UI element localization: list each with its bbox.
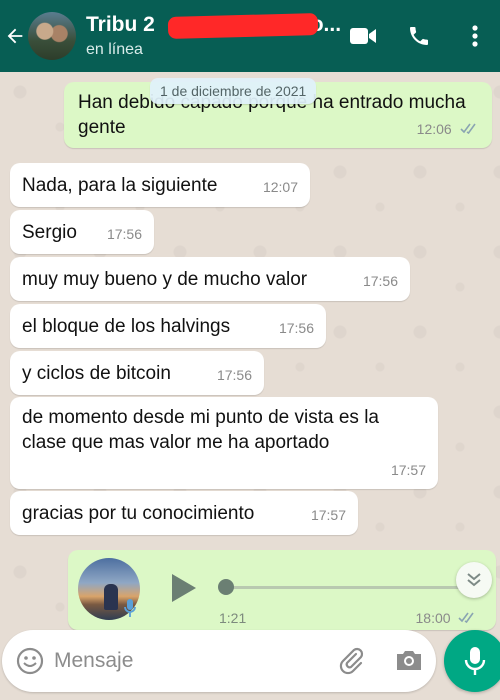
mic-button[interactable] [444, 630, 500, 692]
video-call-icon[interactable] [348, 21, 378, 51]
group-avatar[interactable] [28, 12, 76, 60]
message-time: 17:56 [106, 226, 142, 242]
message-text: Nada, para la siguiente [22, 175, 218, 196]
message-time: 17:56 [216, 367, 252, 383]
voice-progress-track[interactable] [224, 586, 472, 589]
group-title-text: Tribu 2 [86, 13, 155, 36]
mic-icon [464, 647, 486, 675]
message-composer [2, 630, 436, 692]
date-chip: 1 de diciembre de 2021 [150, 78, 317, 104]
message-text: de momento desde mi punto de vista es la… [22, 407, 379, 453]
message-text: y ciclos de bitcoin [22, 363, 171, 384]
message-text: el bloque de los halvings [22, 316, 231, 337]
message-time: 12:07 [262, 179, 298, 195]
incoming-message[interactable]: muy muy bueno y de mucho valor 17:56 [10, 257, 410, 301]
message-time: 18:00 [415, 610, 451, 627]
voice-duration: 1:21 [219, 610, 247, 626]
phone-icon[interactable] [404, 21, 434, 51]
message-time: 17:57 [390, 462, 426, 478]
more-vert-icon[interactable] [460, 21, 490, 51]
incoming-message[interactable]: y ciclos de bitcoin 17:56 [10, 351, 264, 395]
scroll-down-button[interactable] [456, 562, 492, 598]
avatar-person-shape [104, 584, 118, 610]
read-ticks-icon [458, 610, 478, 628]
message-text: gracias por tu conocimiento [22, 503, 255, 524]
back-arrow-icon[interactable] [2, 25, 28, 47]
message-time: 17:56 [362, 273, 398, 289]
incoming-message[interactable]: Sergio 17:56 [10, 210, 154, 254]
group-title: Tribu 2 o... [86, 13, 341, 39]
emoji-icon[interactable] [16, 647, 44, 680]
double-chevron-down-icon [467, 573, 481, 587]
attach-icon[interactable] [336, 646, 366, 681]
chat-header: Tribu 2 o... en línea [0, 0, 500, 72]
message-time: 17:56 [278, 320, 314, 336]
voice-mic-icon [124, 598, 136, 623]
incoming-message[interactable]: el bloque de los halvings 17:56 [10, 304, 326, 348]
redaction-mark [167, 13, 319, 39]
message-input[interactable] [54, 646, 314, 676]
incoming-message[interactable]: de momento desde mi punto de vista es la… [10, 397, 438, 489]
incoming-message[interactable]: gracias por tu conocimiento 17:57 [10, 491, 358, 535]
camera-icon[interactable] [394, 647, 424, 678]
voice-time-block: 18:00 [416, 610, 479, 628]
chat-title-block[interactable]: Tribu 2 o... en línea [86, 13, 348, 59]
message-time: 12:06 [416, 121, 452, 137]
online-status: en línea [86, 41, 143, 58]
play-icon[interactable] [170, 572, 198, 609]
message-text: Sergio [22, 222, 77, 243]
voice-progress-knob[interactable] [218, 579, 234, 595]
read-ticks-icon [460, 116, 480, 141]
incoming-message[interactable]: Nada, para la siguiente 12:07 [10, 163, 310, 207]
message-time: 17:57 [310, 507, 346, 523]
message-text: muy muy bueno y de mucho valor [22, 269, 308, 290]
voice-note-message[interactable]: 1:21 18:00 [68, 550, 496, 630]
